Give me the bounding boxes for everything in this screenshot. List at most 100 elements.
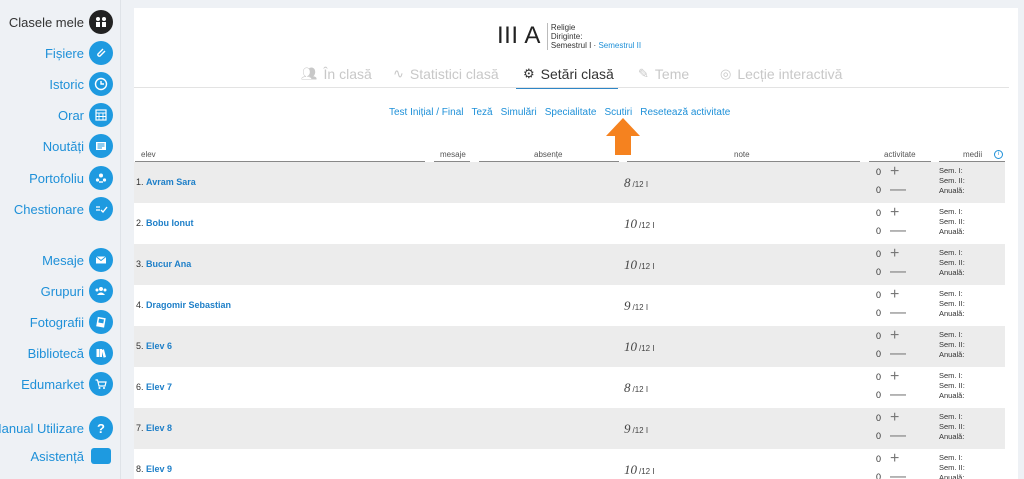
minus-icon[interactable]: —	[890, 304, 906, 322]
student-name-link[interactable]: Elev 8	[146, 423, 172, 433]
help-icon: ?	[89, 416, 113, 440]
student-name-link[interactable]: Bobu Ionut	[146, 218, 193, 228]
tab-label: Teme	[654, 66, 690, 82]
settings-subnav: Test Inițial / Final Teză Simulări Speci…	[389, 107, 738, 118]
sidebar-item-asistenta[interactable]: Asistență	[31, 444, 113, 468]
subnav-teza[interactable]: Teză	[471, 107, 492, 118]
tab-label: Statistici clasă	[409, 66, 499, 82]
sidebar-item-portofoliu[interactable]: Portofoliu	[29, 166, 113, 190]
sidebar-item-biblioteca[interactable]: Bibliotecă	[28, 341, 113, 365]
sidebar-item-manual-utilizare[interactable]: Manual Utilizare ?	[0, 416, 113, 440]
minus-icon[interactable]: —	[890, 468, 906, 479]
student-cell: 8. Elev 9	[136, 464, 173, 474]
table-row: 7. Elev 8 9/12 I 0 + 0 — Sem. I: Sem. II:…	[134, 408, 1005, 449]
plus-icon[interactable]: +	[890, 163, 899, 181]
activity-plus-count: 0	[876, 249, 882, 259]
semester-2-link[interactable]: Semestrul II	[598, 41, 641, 50]
info-icon[interactable]: i	[994, 150, 1003, 159]
activity-minus-count: 0	[876, 226, 882, 236]
sidebar-item-label: Fișiere	[44, 45, 84, 61]
student-name-link[interactable]: Elev 6	[146, 341, 172, 351]
grade-cell[interactable]: 10/12 I	[624, 339, 655, 355]
semester-1-link[interactable]: Semestrul I	[551, 41, 591, 50]
minus-icon[interactable]: —	[890, 345, 906, 363]
sidebar-item-mesaje[interactable]: Mesaje	[42, 248, 113, 272]
grade-cell[interactable]: 10/12 I	[624, 462, 655, 478]
sidebar-item-fotografii[interactable]: Fotografii	[30, 310, 113, 334]
sidebar-item-noutati[interactable]: Noutăți	[43, 134, 113, 158]
envelope-icon	[89, 248, 113, 272]
minus-icon[interactable]: —	[890, 386, 906, 404]
activity-minus-count: 0	[876, 431, 882, 441]
subnav-test-initial-final[interactable]: Test Inițial / Final	[389, 107, 463, 118]
sidebar-item-orar[interactable]: Orar	[58, 103, 113, 127]
plus-icon[interactable]: +	[890, 450, 899, 468]
tab-setari-clasa[interactable]: ⚙ Setări clasă	[523, 66, 614, 82]
sidebar-item-clasele-mele[interactable]: Clasele mele	[9, 10, 113, 34]
grade-cell[interactable]: 8/12 I	[624, 380, 648, 396]
minus-icon[interactable]: —	[890, 181, 906, 199]
activity-plus-count: 0	[876, 372, 882, 382]
averages-cell: Sem. I: Sem. II: Anuală:	[939, 453, 965, 479]
tab-statistici-clasa[interactable]: ∿ Statistici clasă	[393, 66, 499, 82]
minus-icon[interactable]: —	[890, 263, 906, 281]
student-cell: 4. Dragomir Sebastian	[136, 300, 232, 310]
averages-cell: Sem. I: Sem. II: Anuală:	[939, 412, 965, 441]
tab-label: Setări clasă	[540, 66, 614, 82]
sidebar-item-chestionare[interactable]: Chestionare	[14, 197, 113, 221]
plus-icon[interactable]: +	[890, 409, 899, 427]
table-row: 3. Bucur Ana 10/12 I 0 + 0 — Sem. I: Sem.…	[134, 244, 1005, 285]
sidebar-item-istoric[interactable]: Istoric	[49, 72, 113, 96]
activity-plus-count: 0	[876, 208, 882, 218]
student-name-link[interactable]: Elev 7	[146, 382, 172, 392]
grade-cell[interactable]: 10/12 I	[624, 257, 655, 273]
sidebar-item-fisiere[interactable]: Fișiere	[45, 41, 113, 65]
plus-icon[interactable]: +	[890, 245, 899, 263]
student-cell: 1. Avram Sara	[136, 177, 196, 187]
activity-minus-count: 0	[876, 185, 882, 195]
sidebar-item-edumarket[interactable]: Edumarket	[21, 372, 113, 396]
student-name-link[interactable]: Dragomir Sebastian	[146, 300, 231, 310]
subnav-reseteaza-activitate[interactable]: Resetează activitate	[640, 107, 730, 118]
student-name-link[interactable]: Elev 9	[146, 464, 172, 474]
calendar-icon	[89, 103, 113, 127]
student-cell: 7. Elev 8	[136, 423, 173, 433]
plus-icon[interactable]: +	[890, 286, 899, 304]
tabs-divider	[134, 87, 1009, 88]
subnav-simulari[interactable]: Simulări	[501, 107, 537, 118]
student-cell: 2. Bobu Ionut	[136, 218, 194, 228]
col-elev: elev	[135, 150, 425, 162]
grade-cell[interactable]: 8/12 I	[624, 175, 648, 191]
grade-cell[interactable]: 10/12 I	[624, 216, 655, 232]
table-row: 2. Bobu Ionut 10/12 I 0 + 0 — Sem. I: Sem…	[134, 203, 1005, 244]
student-cell: 6. Elev 7	[136, 382, 173, 392]
chart-icon: ∿	[393, 66, 404, 81]
gear-icon: ⚙	[523, 66, 535, 81]
tab-in-clasa[interactable]: 👥︎ În clasă	[301, 66, 372, 82]
student-cell: 3. Bucur Ana	[136, 259, 192, 269]
tab-label: Lecție interactivă	[737, 66, 843, 82]
tab-label: În clasă	[323, 66, 372, 82]
student-name-link[interactable]: Avram Sara	[146, 177, 196, 187]
sidebar-item-label: Grupuri	[40, 283, 84, 299]
student-name-link[interactable]: Bucur Ana	[146, 259, 191, 269]
minus-icon[interactable]: —	[890, 427, 906, 445]
tab-lectie-interactiva[interactable]: ◎ Lecție interactivă	[720, 66, 842, 82]
plus-icon[interactable]: +	[890, 204, 899, 222]
sidebar-item-grupuri[interactable]: Grupuri	[41, 279, 113, 303]
grade-cell[interactable]: 9/12 I	[624, 421, 648, 437]
grade-cell[interactable]: 9/12 I	[624, 298, 648, 314]
plus-icon[interactable]: +	[890, 368, 899, 386]
main-panel: III A Religie Diriginte: Semestrul I · S…	[134, 8, 1018, 479]
sidebar-item-label: Edumarket	[21, 376, 84, 392]
activity-plus-count: 0	[876, 331, 882, 341]
subnav-specialitate[interactable]: Specialitate	[545, 107, 597, 118]
sidebar-item-label: Asistență	[30, 448, 84, 464]
class-header: III A Religie Diriginte: Semestrul I · S…	[497, 21, 641, 51]
averages-cell: Sem. I: Sem. II: Anuală:	[939, 330, 965, 359]
table-row: 4. Dragomir Sebastian 9/12 I 0 + 0 — Sem…	[134, 285, 1005, 326]
class-title: III A	[497, 22, 541, 49]
plus-icon[interactable]: +	[890, 327, 899, 345]
tab-teme[interactable]: ✎ Teme	[638, 66, 689, 82]
minus-icon[interactable]: —	[890, 222, 906, 240]
